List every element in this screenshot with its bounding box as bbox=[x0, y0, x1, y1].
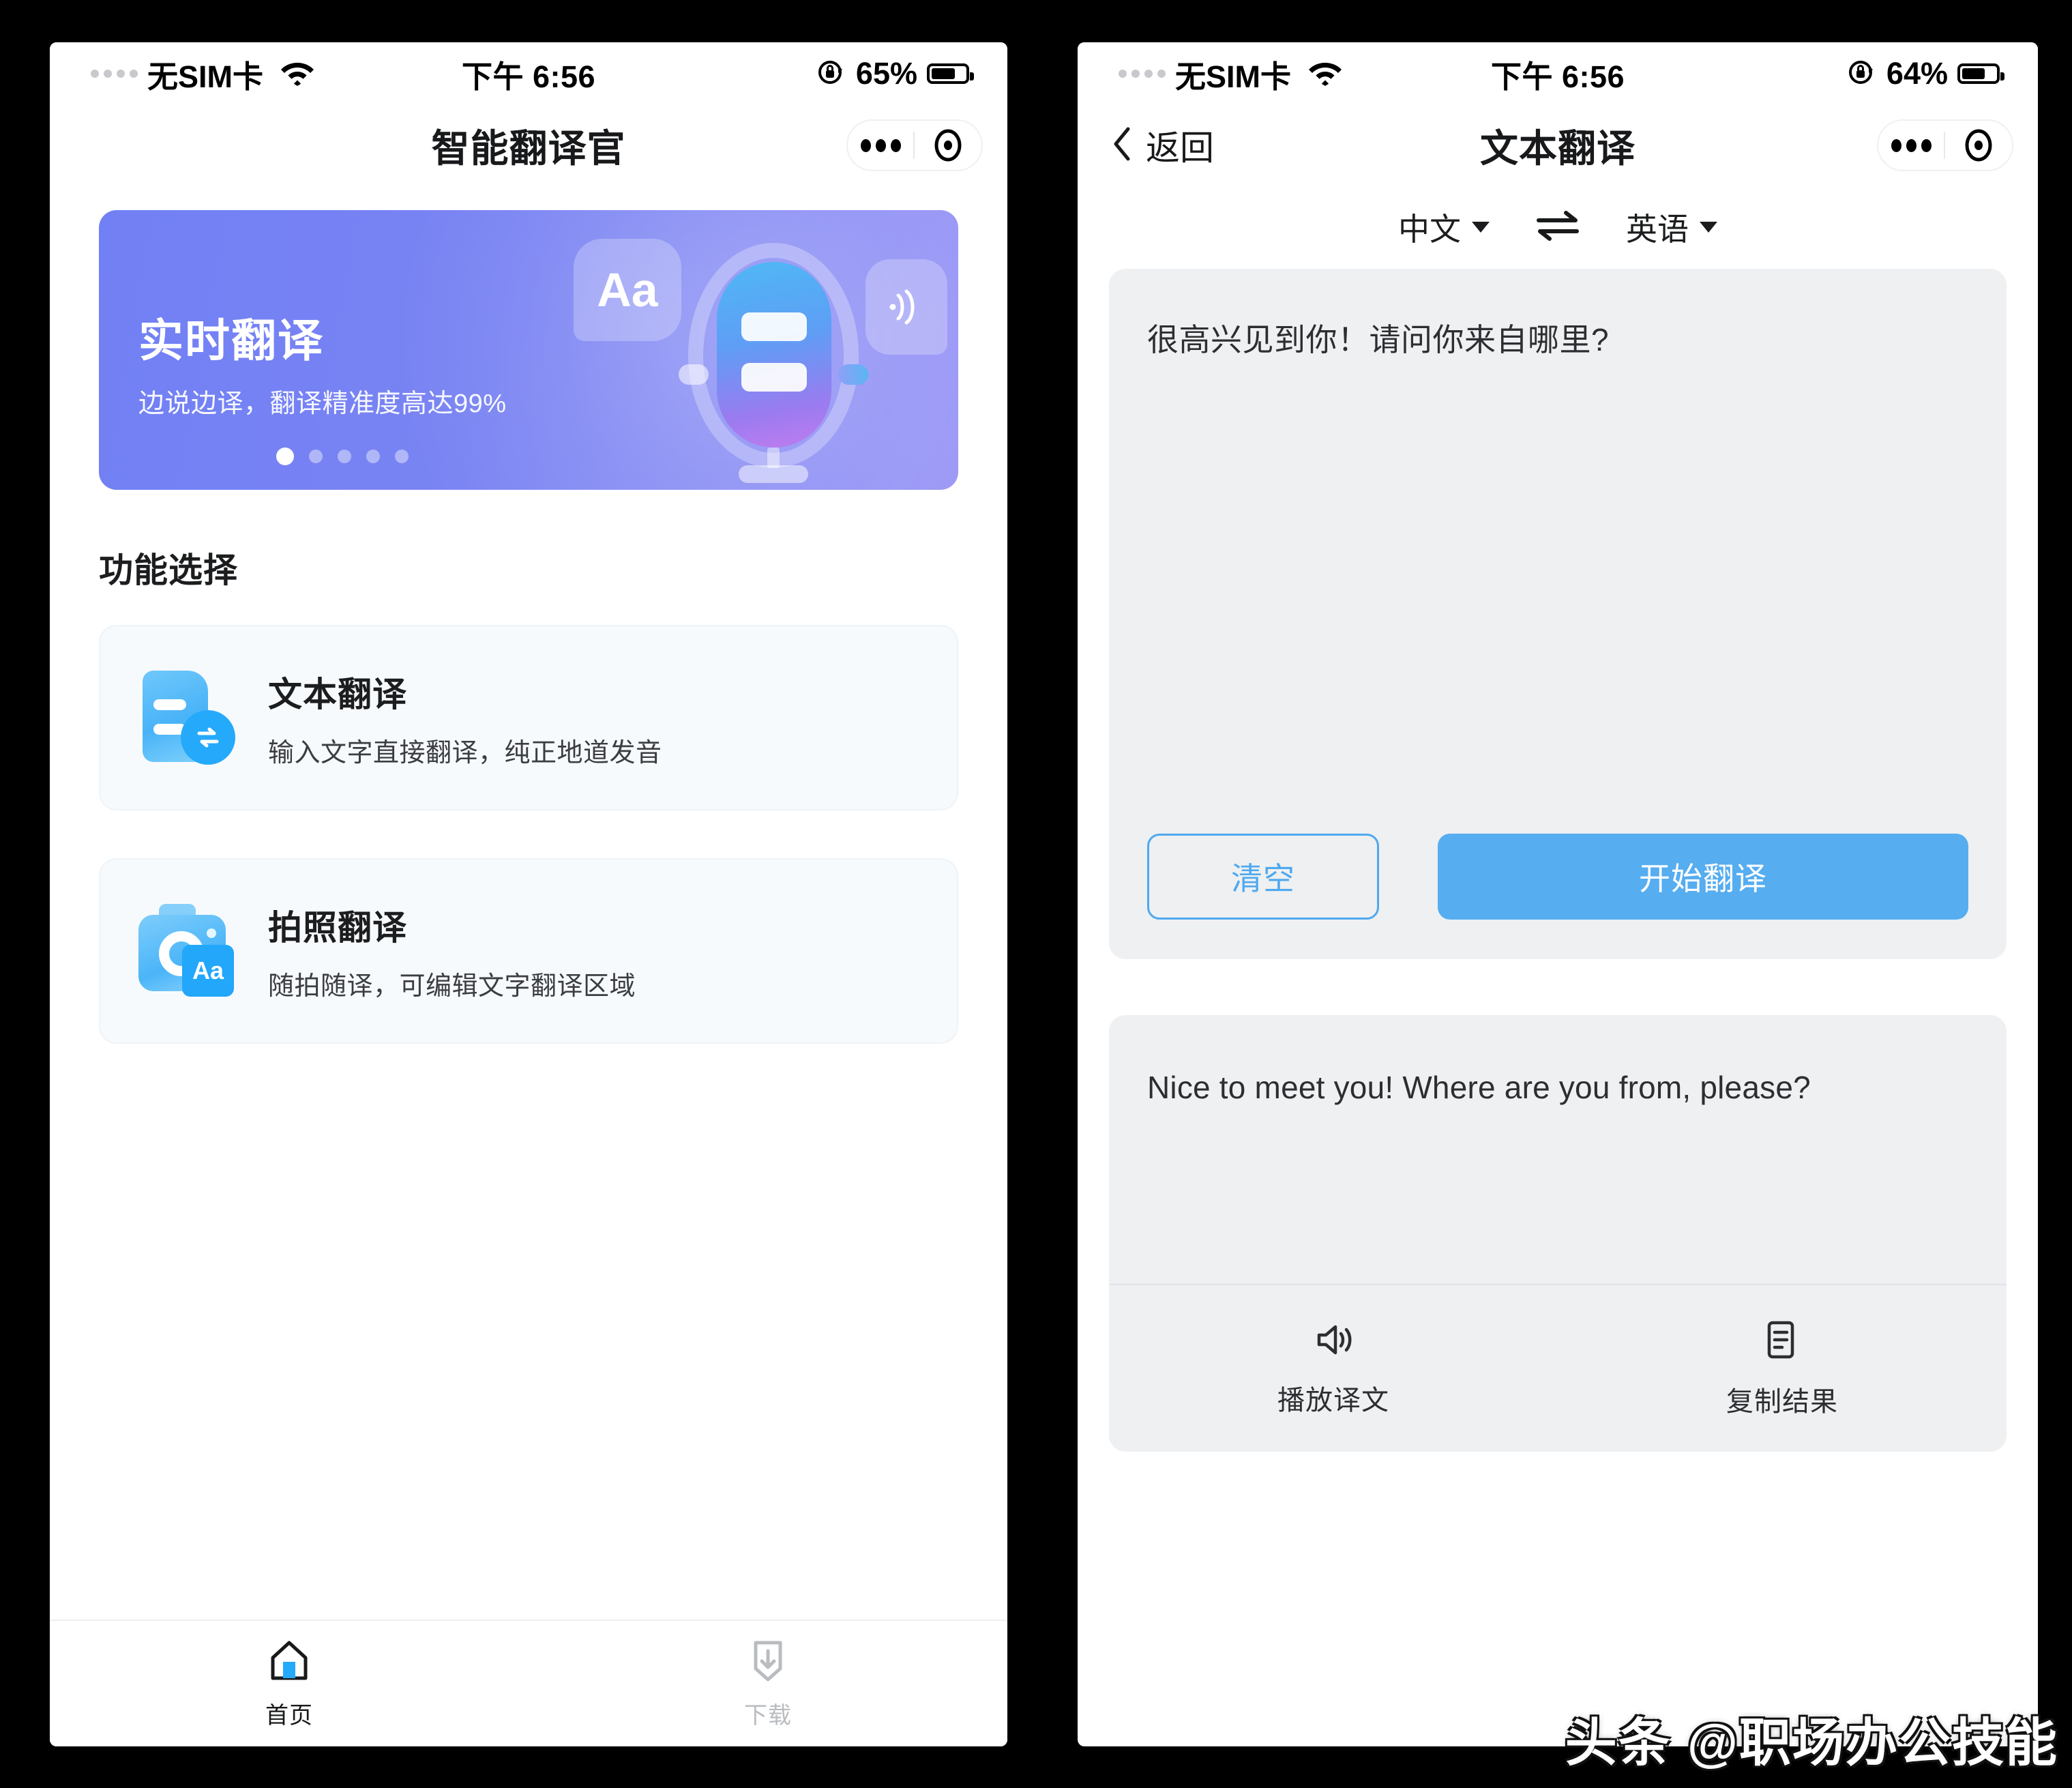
chevron-down-icon bbox=[1472, 222, 1490, 233]
promo-banner[interactable]: 实时翻译 边说边译，翻译精准度高达99% Aa bbox=[99, 210, 958, 490]
carrier-label: 无SIM卡 bbox=[147, 59, 264, 94]
status-bar-right-group: 65% bbox=[815, 56, 974, 91]
feature-title: 文本翻译 bbox=[268, 675, 407, 714]
status-bar-left: 无SIM卡 下午 6:56 65% bbox=[50, 42, 1007, 105]
section-heading: 功能选择 bbox=[99, 551, 238, 589]
phone-left-home-screen: 无SIM卡 下午 6:56 65% 智能翻译官 实时翻译 边说边译，翻译精准度高… bbox=[50, 42, 1007, 1746]
tab-download[interactable]: 下载 bbox=[529, 1621, 1007, 1746]
target-language-dropdown[interactable]: 英语 bbox=[1626, 205, 1717, 250]
watermark-label: 头条 @职场办公技能 bbox=[1565, 1714, 2058, 1772]
feature-card-text-translate[interactable]: 文本翻译 输入文字直接翻译，纯正地道发音 bbox=[99, 625, 958, 810]
battery-percent-label: 65% bbox=[855, 56, 917, 91]
camera-translate-icon: Aa bbox=[138, 900, 234, 1002]
banner-illustration: Aa bbox=[568, 210, 950, 490]
document-translate-icon bbox=[138, 666, 235, 769]
tab-download-label: 下载 bbox=[744, 1703, 792, 1729]
home-content: 实时翻译 边说边译，翻译精准度高达99% Aa 功能选择 文本翻译 输入文字直接… bbox=[50, 210, 1007, 1044]
tab-home-label: 首页 bbox=[265, 1703, 313, 1729]
wifi-icon bbox=[280, 59, 315, 89]
sound-wave-icon bbox=[865, 259, 947, 355]
translate-content: 中文 英语 很高兴见到你！请问你来自哪里? 清空 开始翻译 Nice to me… bbox=[1078, 186, 2038, 1452]
status-bar-right: 无SIM卡 下午 6:56 64% bbox=[1078, 42, 2038, 105]
signal-dots-icon bbox=[91, 70, 138, 78]
more-dots-icon[interactable] bbox=[1878, 138, 1944, 152]
nav-bar-right: 返回 文本翻译 bbox=[1078, 105, 2038, 186]
start-translate-button[interactable]: 开始翻译 bbox=[1438, 834, 1968, 920]
source-text-panel[interactable]: 很高兴见到你！请问你来自哪里? 清空 开始翻译 bbox=[1109, 269, 2007, 959]
result-panel: Nice to meet you! Where are you from, pl… bbox=[1109, 1015, 2007, 1452]
copy-result-button[interactable]: 复制结果 bbox=[1558, 1285, 2007, 1452]
mini-program-capsule[interactable] bbox=[1877, 119, 2013, 171]
bottom-tab-bar: 首页 下载 bbox=[50, 1620, 1007, 1746]
source-language-dropdown[interactable]: 中文 bbox=[1398, 205, 1490, 250]
rotation-lock-icon bbox=[1846, 57, 1877, 91]
target-circle-icon[interactable] bbox=[915, 126, 981, 164]
play-translation-button[interactable]: 播放译文 bbox=[1109, 1285, 1558, 1452]
source-language-label: 中文 bbox=[1398, 211, 1461, 247]
tab-home[interactable]: 首页 bbox=[50, 1621, 529, 1746]
input-action-row: 清空 开始翻译 bbox=[1147, 834, 1968, 920]
chevron-down-icon bbox=[1700, 222, 1717, 233]
speaker-icon bbox=[1312, 1320, 1355, 1363]
copy-document-icon bbox=[1762, 1319, 1802, 1364]
battery-icon bbox=[1957, 63, 2004, 84]
source-text-input[interactable]: 很高兴见到你！请问你来自哪里? bbox=[1147, 317, 1968, 364]
microphone-icon bbox=[679, 243, 868, 483]
feature-description: 随拍随译，可编辑文字翻译区域 bbox=[268, 971, 636, 1001]
feature-title: 拍照翻译 bbox=[268, 908, 407, 947]
back-button-label: 返回 bbox=[1146, 129, 1214, 167]
back-button[interactable]: 返回 bbox=[1110, 121, 1214, 170]
phone-right-text-translate-screen: 无SIM卡 下午 6:56 64% 返回 文本翻译 中文 英语 很高兴见到你！请… bbox=[1078, 42, 2038, 1746]
battery-percent-label: 64% bbox=[1886, 56, 1948, 91]
signal-dots-icon bbox=[1119, 70, 1166, 78]
copy-result-label: 复制结果 bbox=[1726, 1386, 1838, 1417]
target-language-label: 英语 bbox=[1626, 211, 1689, 247]
result-action-row: 播放译文 复制结果 bbox=[1109, 1284, 2007, 1452]
clear-button[interactable]: 清空 bbox=[1147, 834, 1379, 920]
banner-subtitle: 边说边译，翻译精准度高达99% bbox=[138, 390, 507, 418]
battery-icon bbox=[927, 63, 974, 84]
carrier-label: 无SIM卡 bbox=[1175, 59, 1292, 94]
language-selector-bar: 中文 英语 bbox=[1109, 186, 2007, 269]
chevron-left-icon bbox=[1110, 125, 1134, 166]
play-translation-label: 播放译文 bbox=[1277, 1385, 1389, 1416]
rotation-lock-icon bbox=[815, 57, 846, 91]
swap-arrows-icon[interactable] bbox=[1533, 207, 1582, 248]
feature-card-photo-translate[interactable]: Aa 拍照翻译 随拍随译，可编辑文字翻译区域 bbox=[99, 858, 958, 1044]
more-dots-icon[interactable] bbox=[848, 138, 913, 152]
download-icon bbox=[743, 1637, 793, 1688]
home-icon bbox=[265, 1637, 314, 1688]
feature-card-text: 拍照翻译 随拍随译，可编辑文字翻译区域 bbox=[268, 900, 636, 1002]
translation-result-text: Nice to meet you! Where are you from, pl… bbox=[1147, 1070, 1811, 1105]
status-bar-right-group: 64% bbox=[1846, 56, 2004, 91]
status-bar-left-group: 无SIM卡 bbox=[91, 52, 315, 96]
wifi-icon bbox=[1307, 59, 1343, 89]
nav-bar-left: 智能翻译官 bbox=[50, 105, 1007, 186]
mini-program-capsule[interactable] bbox=[846, 119, 983, 171]
target-circle-icon[interactable] bbox=[1945, 126, 2012, 164]
status-bar-left-group: 无SIM卡 bbox=[1119, 52, 1343, 96]
feature-description: 输入文字直接翻译，纯正地道发音 bbox=[268, 738, 662, 767]
feature-card-text: 文本翻译 输入文字直接翻译，纯正地道发音 bbox=[268, 667, 662, 769]
screenshot-stage: 无SIM卡 下午 6:56 65% 智能翻译官 实时翻译 边说边译，翻译精准度高… bbox=[0, 0, 2072, 1788]
aa-badge-icon: Aa bbox=[574, 239, 681, 341]
carousel-dots[interactable] bbox=[276, 448, 409, 465]
banner-title: 实时翻译 bbox=[138, 315, 324, 366]
